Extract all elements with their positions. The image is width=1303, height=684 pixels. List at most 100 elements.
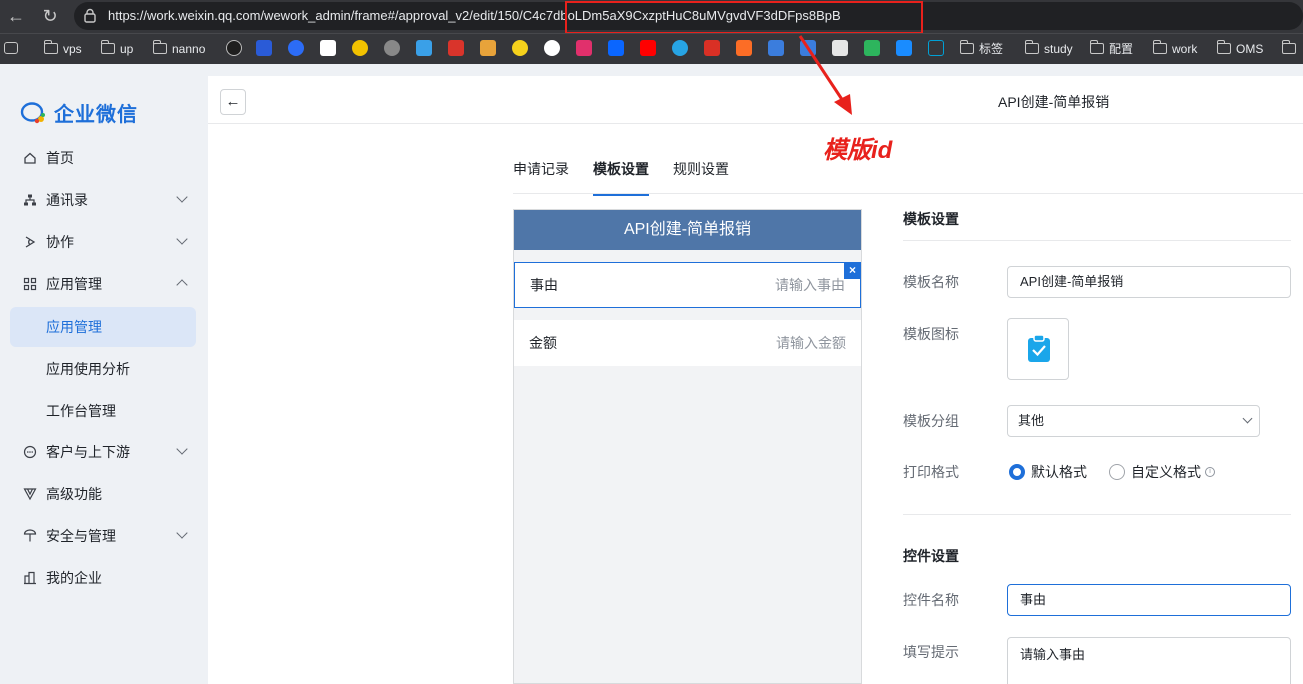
control-name-input[interactable]: 事由 — [1007, 584, 1291, 616]
bookmark-site-icon[interactable] — [512, 40, 528, 56]
bookmark-site-icon[interactable] — [352, 40, 368, 56]
reload-icon[interactable]: ↻ — [38, 4, 62, 28]
chevron-up-icon — [176, 279, 188, 291]
control-name-label: 控件名称 — [903, 592, 959, 608]
bookmark-mail-icon[interactable] — [288, 40, 304, 56]
main-panel: ← API创建-简单报销 申请记录 模板设置 规则设置 API创建-简单报销 事… — [208, 76, 1303, 684]
wecom-logo[interactable]: 企业微信 — [20, 98, 138, 127]
nav-my-company[interactable]: 我的企业 — [10, 558, 196, 598]
bookmark-folder[interactable]: 标签 — [960, 40, 1003, 57]
field-placeholder: 请输入事由 — [775, 277, 845, 293]
bookmark-gitlab-icon[interactable] — [736, 40, 752, 56]
site-info-icon[interactable] — [82, 8, 98, 24]
bookmark-site-icon[interactable] — [896, 40, 912, 56]
org-chart-icon — [22, 192, 38, 208]
bookmark-site-icon[interactable] — [226, 40, 242, 56]
bookmark-site-icon[interactable] — [480, 40, 496, 56]
apps-grid-icon[interactable] — [4, 42, 18, 54]
folder-icon — [1153, 40, 1167, 54]
nav-sub-workbench[interactable]: 工作台管理 — [10, 391, 196, 431]
page: 企业微信 首页 通讯录 协作 应用管理 应用管理 应用使用分析 工作台管理 客户… — [0, 64, 1303, 684]
chevron-down-icon — [176, 527, 188, 539]
bookmark-youtube-icon[interactable] — [640, 40, 656, 56]
page-title: API创建-简单报销 — [998, 94, 1110, 110]
sidebar: 企业微信 首页 通讯录 协作 应用管理 应用管理 应用使用分析 工作台管理 客户… — [0, 64, 208, 684]
template-settings-title: 模板设置 — [903, 211, 959, 227]
tab-rule-settings[interactable]: 规则设置 — [673, 158, 729, 196]
radio-checked-icon — [1009, 464, 1025, 480]
bookmark-work[interactable]: work — [1153, 40, 1197, 57]
template-icon-picker[interactable] — [1007, 318, 1069, 380]
apps-icon — [22, 276, 38, 292]
home-icon — [22, 150, 38, 166]
print-format-label: 打印格式 — [903, 464, 959, 480]
logo-text: 企业微信 — [54, 104, 138, 126]
page-header: ← API创建-简单报销 — [208, 76, 1303, 124]
tab-records[interactable]: 申请记录 — [513, 158, 569, 196]
annotation-label: 模版id — [823, 137, 893, 164]
tab-template-settings[interactable]: 模板设置 — [593, 158, 649, 196]
nav-sub-app-analytics[interactable]: 应用使用分析 — [10, 349, 196, 389]
info-icon[interactable]: i — [1205, 467, 1215, 477]
nav-contacts[interactable]: 通讯录 — [10, 180, 196, 220]
bookmark-telegram-icon[interactable] — [672, 40, 688, 56]
print-default-radio[interactable]: 默认格式 — [1009, 462, 1087, 482]
section-divider — [903, 240, 1291, 241]
filter-icon — [22, 486, 38, 502]
nav-security[interactable]: 安全与管理 — [10, 516, 196, 556]
bookmark-config[interactable]: 配置 — [1090, 40, 1133, 57]
bookmark-bilibili-icon[interactable] — [928, 40, 944, 56]
bookmark-site-icon[interactable] — [384, 40, 400, 56]
folder-icon — [1090, 40, 1104, 54]
radio-unchecked-icon — [1109, 464, 1125, 480]
folder-icon — [101, 40, 115, 54]
folder-icon — [44, 40, 58, 54]
field-label: 事由 — [530, 277, 558, 293]
building-icon — [22, 570, 38, 586]
nav-sub-app-management[interactable]: 应用管理 — [10, 307, 196, 347]
form-field-amount[interactable]: 金额 请输入金额 — [514, 320, 861, 366]
field-label: 金额 — [529, 335, 557, 351]
bookmark-vps[interactable]: vps — [44, 40, 82, 57]
print-custom-radio[interactable]: 自定义格式 i — [1109, 462, 1215, 482]
bookmark-up[interactable]: up — [101, 40, 133, 57]
back-arrow-icon[interactable]: ← — [4, 4, 28, 28]
bookmark-zhihu-icon[interactable] — [608, 40, 624, 56]
shield-icon — [22, 528, 38, 544]
template-name-input[interactable]: API创建-简单报销 — [1007, 266, 1291, 298]
bookmark-study[interactable]: study — [1025, 40, 1073, 57]
section-divider — [903, 514, 1291, 515]
folder-icon — [153, 40, 167, 54]
bookmark-baidu-icon[interactable] — [256, 40, 272, 56]
folder-icon — [1282, 40, 1296, 54]
chevron-down-icon — [176, 191, 188, 203]
bookmark-nanno[interactable]: nanno — [153, 40, 205, 57]
bookmark-site-icon[interactable] — [320, 40, 336, 56]
control-settings-title: 控件设置 — [903, 548, 959, 564]
nav-customers[interactable]: 客户与上下游 — [10, 432, 196, 472]
bookmark-instagram-icon[interactable] — [576, 40, 592, 56]
delete-field-button[interactable]: × — [844, 262, 861, 279]
folder-icon — [960, 40, 974, 54]
form-preview: API创建-简单报销 事由 请输入事由 × 金额 请输入金额 — [513, 209, 862, 684]
bookmark-site-icon[interactable] — [416, 40, 432, 56]
bookmark-site-icon[interactable] — [768, 40, 784, 56]
form-preview-title: API创建-简单报销 — [514, 210, 861, 250]
wecom-logo-icon — [20, 101, 45, 123]
form-field-reason[interactable]: 事由 请输入事由 × — [514, 262, 861, 308]
bookmark-overflow[interactable] — [1282, 40, 1301, 57]
nav-advanced[interactable]: 高级功能 — [10, 474, 196, 514]
bookmark-github-icon[interactable] — [544, 40, 560, 56]
clipboard-check-icon — [1028, 334, 1050, 362]
bookmark-site-icon[interactable] — [704, 40, 720, 56]
back-button[interactable]: ← — [220, 89, 246, 115]
template-icon-label: 模板图标 — [903, 326, 959, 342]
nav-home[interactable]: 首页 — [10, 138, 196, 178]
template-group-select[interactable]: 其他 — [1007, 405, 1260, 437]
bookmark-site-icon[interactable] — [448, 40, 464, 56]
bookmark-oms[interactable]: OMS — [1217, 40, 1263, 57]
nav-app-management[interactable]: 应用管理 — [10, 264, 196, 304]
nav-collab[interactable]: 协作 — [10, 222, 196, 262]
fill-hint-textarea[interactable]: 请输入事由 — [1007, 637, 1291, 684]
folder-icon — [1025, 40, 1039, 54]
